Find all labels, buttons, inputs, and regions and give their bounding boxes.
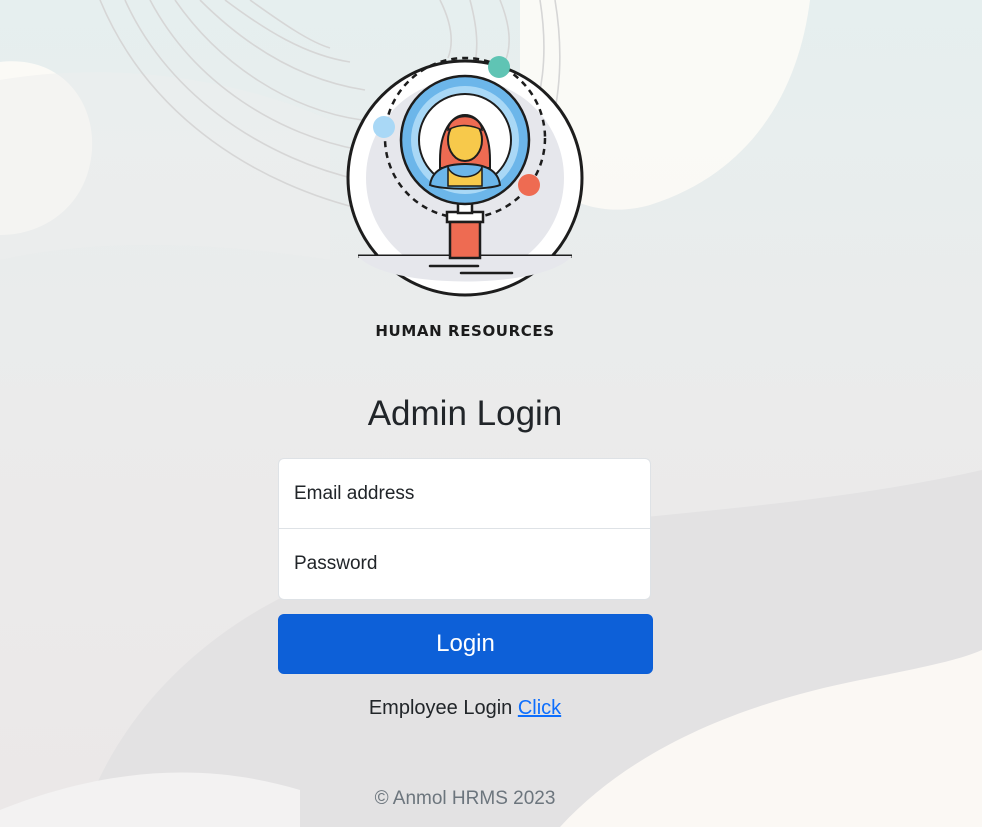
employee-login-link[interactable]: Click [518,697,561,719]
footer-copyright: © Anmol HRMS 2023 [374,788,556,809]
login-button[interactable]: Login [278,614,653,674]
employee-login-line: Employee Login Click [0,697,930,720]
password-field-placeholder: Password [294,553,378,574]
email-field-placeholder: Email address [294,482,415,504]
email-field[interactable]: Email address [279,459,650,529]
employee-login-label: Employee Login [368,697,513,719]
password-field[interactable]: Password [279,529,650,599]
brand-name: HUMAN RESOURCES [375,322,555,340]
page-title: Admin Login [367,394,563,433]
hr-magnifier-person-icon [346,56,584,297]
login-form: Email address Password [278,458,651,600]
